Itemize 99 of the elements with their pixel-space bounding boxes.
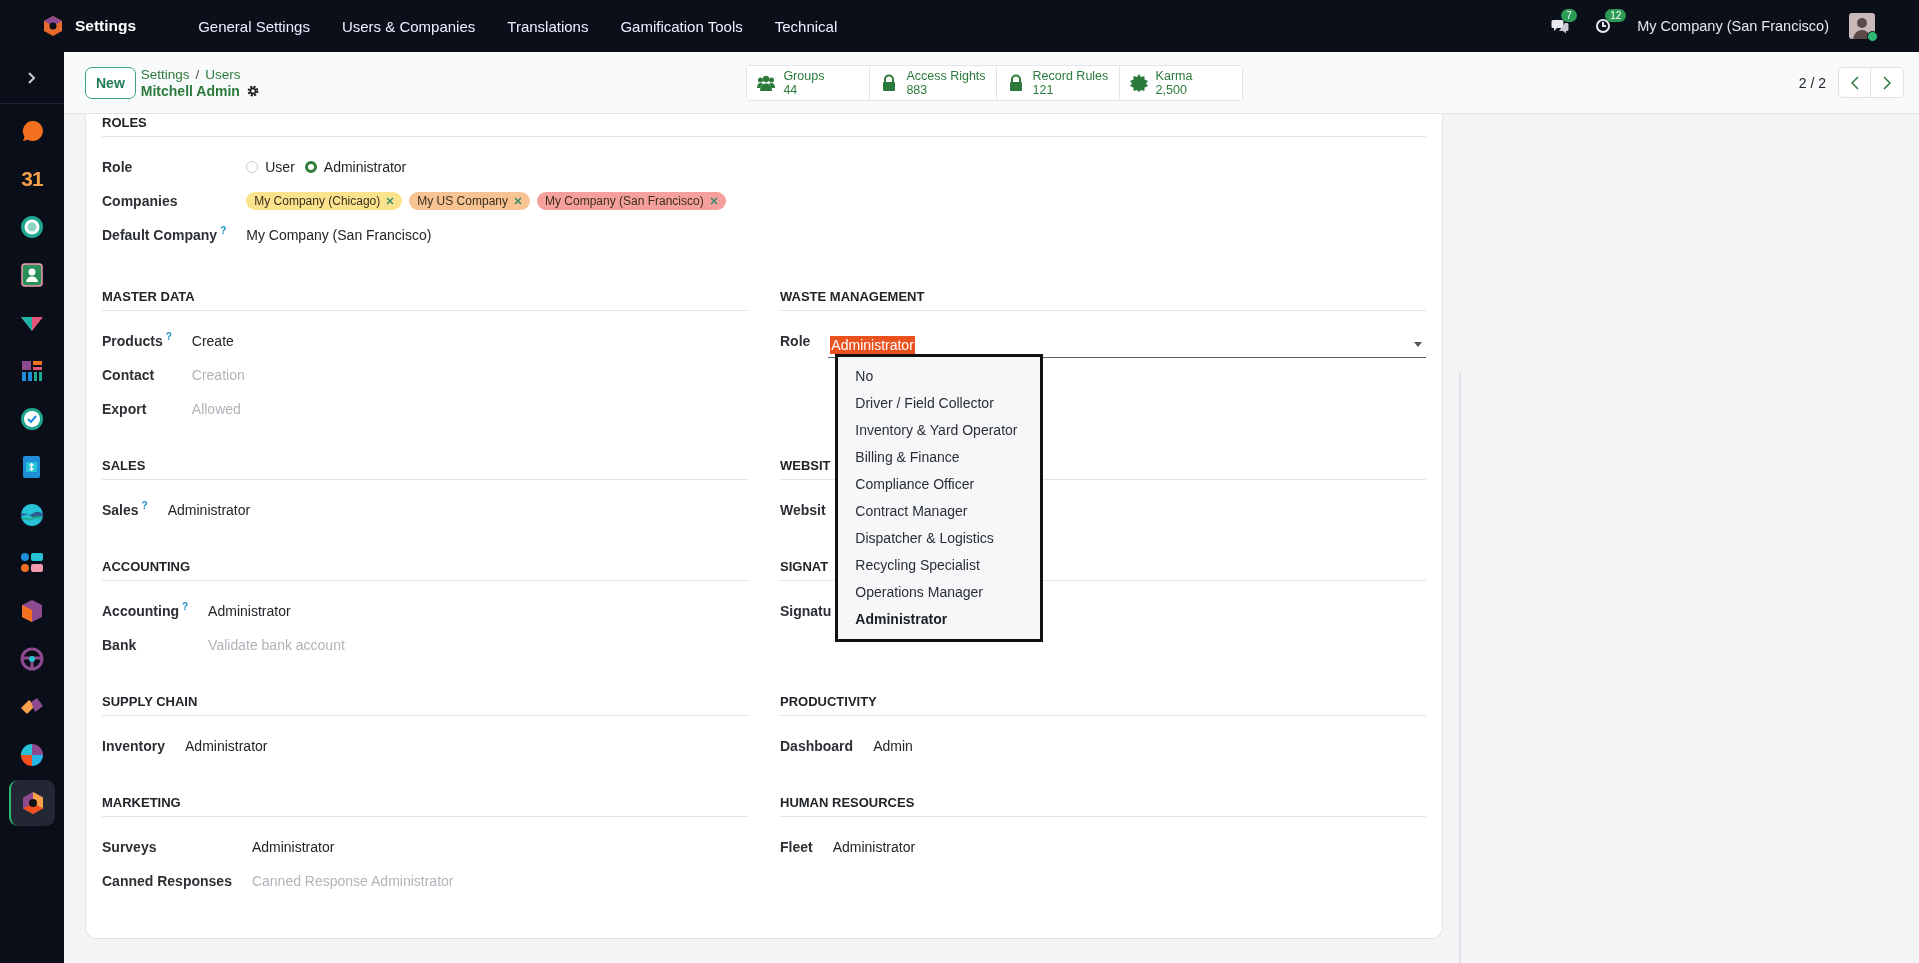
dropdown-option[interactable]: Driver / Field Collector [838, 390, 1041, 417]
clock-icon[interactable] [1595, 18, 1612, 34]
remove-icon[interactable] [514, 197, 522, 205]
menu-item[interactable]: Translations [507, 17, 589, 35]
field-label: Default Company [102, 227, 218, 243]
section-title: SUPPLY CHAIN [102, 693, 748, 716]
input-field[interactable]: Administrator [185, 738, 748, 754]
dropdown-option[interactable]: No [838, 363, 1041, 390]
field-label: Export [102, 401, 147, 417]
field-label: Accounting [102, 603, 179, 619]
section-title: MASTER DATA [102, 288, 748, 311]
dropdown-option[interactable]: Contract Manager [838, 498, 1041, 525]
menu-item[interactable]: Gamification Tools [620, 17, 743, 35]
settings-icon[interactable] [246, 84, 259, 97]
hexagon-logo-icon [43, 15, 63, 37]
field-label: Companies [102, 193, 178, 209]
message-count: 7 [1561, 9, 1577, 22]
dropdown-option[interactable]: Billing & Finance [838, 444, 1041, 471]
input-field[interactable]: Canned Response Administrator [251, 873, 748, 889]
help-tooltip[interactable]: ? [141, 500, 148, 511]
help-tooltip[interactable]: ? [220, 225, 227, 236]
input-field[interactable]: Create [191, 333, 748, 349]
contact-card-icon [19, 262, 45, 288]
record-title: Mitchell Admin [140, 82, 240, 99]
input-field[interactable]: My Company (San Francisco) [246, 227, 1426, 243]
field-label: Dashboard [780, 738, 854, 754]
section-title: MARKETING [102, 794, 748, 817]
calendar-icon: 31 [21, 166, 43, 192]
app-launcher[interactable] [9, 780, 55, 826]
input-field[interactable]: Administrator [208, 603, 748, 619]
radio-button[interactable] [304, 161, 317, 173]
input-field[interactable]: Validate bank account [208, 637, 748, 653]
dropdown-option[interactable]: Recycling Specialist [838, 552, 1041, 579]
breadcrumb-link[interactable]: Settings [140, 66, 190, 82]
menu-item[interactable]: Users & Companies [341, 17, 476, 35]
section-title: PRODUCTIVITY [780, 693, 1426, 716]
section-title: HUMAN RESOURCES [780, 794, 1426, 817]
field-label: Bank [102, 637, 137, 653]
input-field[interactable]: Allowed [191, 401, 748, 417]
dropdown-option[interactable]: Dispatcher & Logistics [838, 525, 1041, 552]
section-title: ACCOUNTING [102, 558, 748, 581]
company-tag[interactable]: My US Company [409, 192, 530, 210]
field-label: Contact [102, 367, 155, 383]
input-field[interactable]: Admin [873, 738, 1426, 754]
field-label: Products [102, 333, 163, 349]
radio-label[interactable]: User [265, 159, 295, 175]
dropdown-option[interactable]: Inventory & Yard Operator [838, 417, 1041, 444]
quadrant-circle-icon [19, 742, 45, 768]
dropdown-option[interactable]: Operations Manager [838, 579, 1041, 606]
breadcrumb-link[interactable]: Users [205, 66, 241, 82]
cube-icon [19, 598, 45, 624]
ring-icon [19, 214, 45, 240]
radio-label[interactable]: Administrator [323, 159, 407, 175]
breadcrumb-separator: / [195, 66, 200, 82]
company-tag[interactable]: My Company (San Francisco) [537, 192, 726, 210]
section-title: ROLES [102, 114, 1426, 137]
app-launcher[interactable]: 31 [9, 156, 55, 202]
caret-down-icon [1414, 342, 1422, 347]
dropdown-option[interactable]: Compliance Officer [838, 471, 1041, 498]
stat-button[interactable]: Karma 2,500 [1118, 65, 1242, 100]
seal-icon [1129, 73, 1148, 92]
wave-circle-icon [19, 502, 45, 528]
steering-wheel-icon [19, 646, 45, 672]
section-title: SALES [102, 457, 748, 480]
pager-counter: 2 / 2 [1798, 74, 1826, 91]
dropdown-option[interactable]: Administrator [838, 606, 1041, 633]
remove-icon[interactable] [386, 197, 395, 205]
activity-count: 12 [1605, 9, 1627, 22]
checklist-circle-icon [19, 406, 45, 432]
dashboard-grid-icon [19, 358, 45, 384]
field-label: Canned Responses [102, 873, 232, 889]
help-tooltip[interactable]: ? [165, 331, 172, 342]
chat-icon[interactable] [1551, 18, 1570, 34]
input-field[interactable]: Administrator [832, 839, 1426, 855]
field-label: Role [102, 159, 133, 175]
input-field[interactable]: Administrator [251, 839, 748, 855]
menu-item[interactable]: Technical [774, 17, 838, 35]
app-title[interactable]: Settings [75, 17, 137, 35]
chevron-right-icon [1883, 75, 1891, 90]
menu-item[interactable]: General Settings [198, 17, 310, 35]
field-label: Surveys [102, 839, 157, 855]
company-tag[interactable]: My Company (Chicago) [246, 192, 403, 210]
field-label: Sales [102, 502, 139, 518]
avatar-icon[interactable] [1849, 13, 1875, 39]
company-switcher[interactable]: My Company (San Francisco) [1637, 18, 1829, 34]
input-field[interactable]: Administrator [167, 502, 748, 518]
field-label: Signatu [780, 603, 832, 619]
chevron-right-icon[interactable] [27, 70, 37, 85]
users-icon [757, 73, 776, 92]
chevron-left-icon [1850, 75, 1859, 90]
input-field[interactable]: Creation [191, 367, 748, 383]
field-label: Inventory [102, 738, 165, 754]
help-tooltip[interactable]: ? [182, 601, 189, 612]
field-label: Fleet [780, 839, 813, 855]
hexagon-settings-icon [20, 790, 46, 816]
section-title: WASTE MANAGEMENT [780, 288, 1426, 311]
field-label: Websit [780, 502, 826, 518]
field-label: Role [780, 333, 811, 349]
new-button[interactable]: New [85, 66, 136, 99]
